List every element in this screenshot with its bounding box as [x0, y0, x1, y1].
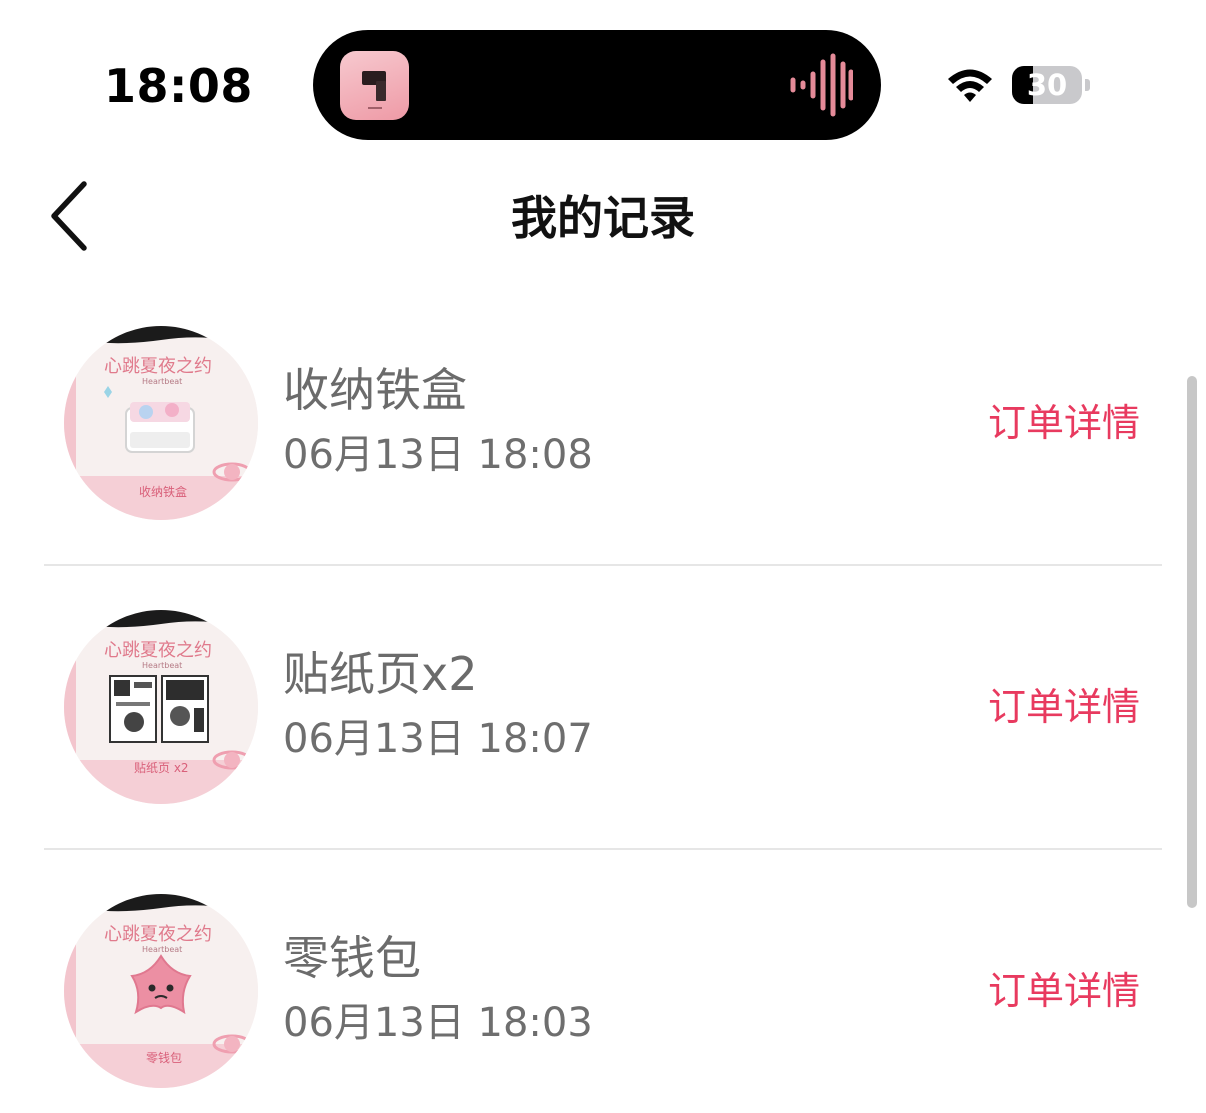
tin-box-thumbnail: 心跳夏夜之约 Heartbeat 收纳铁盒: [64, 326, 258, 520]
order-details-link[interactable]: 订单详情: [988, 398, 1140, 448]
page-title: 我的记录: [511, 191, 695, 245]
dynamic-island[interactable]: [313, 30, 881, 140]
battery-indicator: 30: [1012, 66, 1090, 104]
order-details-link[interactable]: 订单详情: [988, 682, 1140, 732]
item-time: 06月13日 18:03: [283, 1000, 593, 1046]
battery-level: 30: [1026, 68, 1068, 102]
item-name: 零钱包: [283, 931, 421, 985]
sticker-sheet-thumbnail: 心跳夏夜之约 Heartbeat 贴纸页 x2: [64, 610, 258, 804]
item-name: 收纳铁盒: [283, 363, 467, 417]
record-item[interactable]: 心跳夏夜之约 Heartbeat 零钱包 零钱包 06月13日 18:03 订单…: [0, 850, 1206, 1113]
pink-box-app-icon[interactable]: [340, 51, 409, 120]
audio-waveform-icon: [790, 53, 853, 117]
status-time: 18:08: [104, 59, 253, 113]
screen: 18:08 30 我的记录 心跳夏夜之约 Heartbeat 收纳铁盒 收纳铁盒…: [0, 0, 1206, 1113]
item-name: 贴纸页x2: [283, 647, 478, 701]
svg-text:心跳夏夜之约: 心跳夏夜之约: [104, 356, 212, 377]
coin-purse-thumbnail: 心跳夏夜之约 Heartbeat 零钱包: [64, 894, 258, 1088]
item-time: 06月13日 18:07: [283, 716, 593, 762]
record-item[interactable]: 心跳夏夜之约 Heartbeat 贴纸页 x2 贴纸页x2 06月13日 18:…: [0, 566, 1206, 850]
svg-text:零钱包: 零钱包: [146, 1050, 182, 1065]
item-time: 06月13日 18:08: [283, 432, 593, 478]
svg-text:心跳夏夜之约: 心跳夏夜之约: [104, 924, 212, 945]
record-item[interactable]: 心跳夏夜之约 Heartbeat 收纳铁盒 收纳铁盒 06月13日 18:08 …: [0, 282, 1206, 566]
svg-text:Heartbeat: Heartbeat: [142, 661, 182, 670]
order-details-link[interactable]: 订单详情: [988, 966, 1140, 1016]
svg-text:心跳夏夜之约: 心跳夏夜之约: [104, 640, 212, 661]
svg-text:Heartbeat: Heartbeat: [142, 945, 182, 954]
svg-text:Heartbeat: Heartbeat: [142, 377, 182, 386]
svg-text:收纳铁盒: 收纳铁盒: [139, 484, 187, 499]
scrollbar[interactable]: [1187, 376, 1197, 908]
wifi-icon: [948, 69, 992, 102]
svg-text:贴纸页 x2: 贴纸页 x2: [134, 761, 189, 775]
